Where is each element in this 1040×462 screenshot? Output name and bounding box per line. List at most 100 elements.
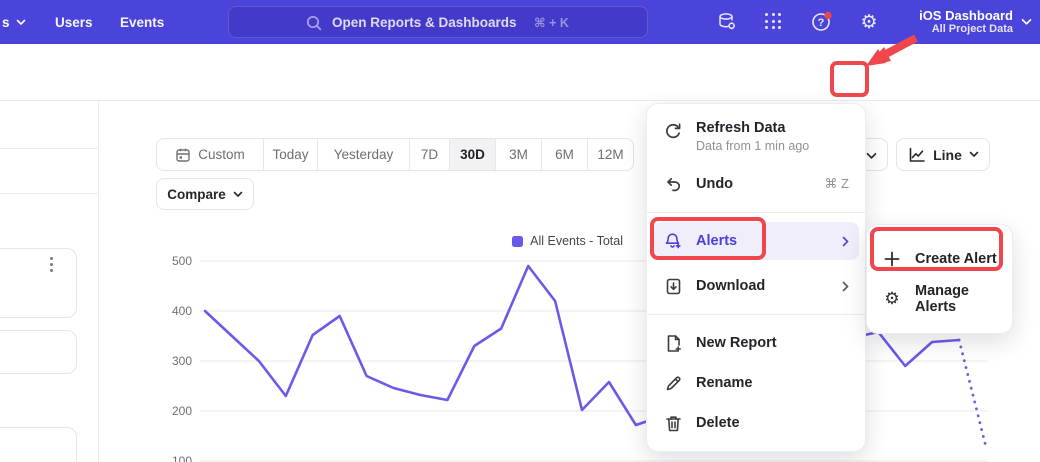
- legend-swatch: [512, 236, 523, 247]
- menu-item-label: Alerts: [696, 233, 737, 249]
- more-options-menu: Refresh Data Data from 1 min ago Undo ⌘ …: [646, 103, 866, 452]
- menu-divider: [647, 314, 865, 315]
- range-yesterday[interactable]: Yesterday: [317, 139, 409, 170]
- nav-truncated-label: s: [2, 15, 10, 30]
- plus-icon: [882, 249, 902, 269]
- series-line-projection-dotted: [959, 340, 986, 447]
- range-label: 6M: [555, 147, 574, 162]
- menu-item-alerts[interactable]: Alerts: [653, 222, 859, 260]
- range-label: Yesterday: [334, 147, 394, 162]
- range-today[interactable]: Today: [263, 139, 317, 170]
- compare-label: Compare: [167, 187, 226, 202]
- compare-button[interactable]: Compare: [156, 178, 254, 210]
- report-header: [0, 44, 1040, 101]
- data-management-icon[interactable]: [714, 9, 740, 35]
- bell-plus-icon: [663, 231, 683, 251]
- range-label: 12M: [597, 147, 623, 162]
- nav-item-events[interactable]: Events: [120, 0, 164, 44]
- calendar-icon: [175, 147, 191, 163]
- download-icon: [663, 276, 683, 296]
- menu-item-refresh-data[interactable]: Refresh Data Data from 1 min ago: [647, 114, 865, 164]
- left-panel-row-divider: [0, 193, 98, 194]
- chevron-right-icon: [842, 236, 849, 247]
- svg-text:?: ?: [818, 17, 825, 29]
- menu-item-label: Rename: [696, 375, 752, 391]
- nav-item-truncated[interactable]: s: [2, 0, 26, 44]
- chevron-down-icon: [233, 191, 243, 198]
- new-report-icon: [663, 333, 683, 353]
- submenu-item-label: Create Alert: [915, 251, 997, 267]
- chart-type-label: Line: [933, 147, 962, 163]
- range-label: Today: [272, 147, 308, 162]
- menu-item-label: Refresh Data: [696, 120, 809, 136]
- range-7d[interactable]: 7D: [409, 139, 449, 170]
- left-panel-card[interactable]: [0, 330, 77, 374]
- range-3m[interactable]: 3M: [495, 139, 541, 170]
- range-30d-selected[interactable]: 30D: [449, 139, 495, 170]
- kebab-menu-icon[interactable]: [50, 257, 53, 272]
- menu-item-shortcut: ⌘ Z: [824, 176, 849, 192]
- nav-item-users[interactable]: Users: [55, 0, 93, 44]
- submenu-item-label: Manage Alerts: [915, 283, 997, 315]
- left-panel-row-divider: [0, 148, 98, 149]
- y-tick-label: 100: [172, 454, 192, 462]
- chevron-down-icon: [1021, 18, 1032, 26]
- menu-item-delete[interactable]: Delete: [647, 403, 865, 443]
- line-chart-icon: [907, 146, 926, 164]
- range-custom[interactable]: Custom: [157, 139, 263, 170]
- nav-events-label: Events: [120, 15, 164, 30]
- menu-item-label: Download: [696, 278, 765, 294]
- chevron-down-icon: [866, 152, 877, 160]
- trash-icon: [663, 413, 683, 433]
- help-icon[interactable]: ?: [809, 9, 835, 35]
- chevron-down-icon: [969, 151, 979, 158]
- range-6m[interactable]: 6M: [541, 139, 587, 170]
- menu-item-rename[interactable]: Rename: [647, 363, 865, 403]
- app-window: s Users Events Open Reports & Dashboards…: [0, 0, 1040, 462]
- chevron-down-icon: [16, 19, 26, 26]
- range-12m[interactable]: 12M: [587, 139, 633, 170]
- menu-item-label: Delete: [696, 415, 740, 431]
- y-tick-label: 200: [172, 404, 192, 418]
- menu-item-label: Undo: [696, 176, 733, 192]
- refresh-icon: [663, 122, 683, 142]
- pencil-icon: [663, 373, 683, 393]
- project-name: iOS Dashboard: [919, 8, 1013, 23]
- search-input[interactable]: Open Reports & Dashboards ⌘ + K: [228, 6, 648, 38]
- chart-legend[interactable]: All Events - Total: [512, 234, 623, 248]
- submenu-item-manage-alerts[interactable]: ⚙ Manage Alerts: [867, 279, 1012, 319]
- menu-item-download[interactable]: Download: [647, 266, 865, 306]
- search-icon: [305, 14, 323, 32]
- menu-item-new-report[interactable]: New Report: [647, 323, 865, 363]
- submenu-item-create-alert[interactable]: Create Alert: [867, 239, 1012, 279]
- y-tick-label: 400: [172, 304, 192, 318]
- search-placeholder: Open Reports & Dashboards: [332, 15, 517, 30]
- range-label: 7D: [421, 147, 438, 162]
- range-label: 30D: [460, 147, 485, 162]
- gear-icon: ⚙: [882, 289, 902, 309]
- chart-type-dropdown[interactable]: Line: [896, 138, 990, 171]
- date-range-control: Custom Today Yesterday 7D 30D 3M 6M 12M: [156, 138, 634, 171]
- project-scope: All Project Data: [919, 23, 1013, 36]
- undo-icon: [663, 174, 683, 194]
- y-tick-label: 300: [172, 354, 192, 368]
- chevron-right-icon: [842, 281, 849, 292]
- menu-divider: [647, 212, 865, 213]
- search-shortcut: ⌘ + K: [534, 15, 569, 30]
- left-panel-card[interactable]: [0, 248, 77, 318]
- top-nav-bar: s Users Events Open Reports & Dashboards…: [0, 0, 1040, 44]
- menu-item-sublabel: Data from 1 min ago: [696, 139, 809, 153]
- range-label: Custom: [198, 147, 245, 162]
- range-label: 3M: [509, 147, 528, 162]
- y-axis-tick-labels: 500 400 300 200 100: [172, 254, 192, 462]
- left-panel-card[interactable]: [0, 427, 77, 462]
- project-switcher[interactable]: iOS Dashboard All Project Data: [919, 0, 1032, 44]
- panel-divider: [98, 101, 99, 462]
- alerts-submenu: Create Alert ⚙ Manage Alerts: [866, 224, 1013, 334]
- nav-users-label: Users: [55, 15, 93, 30]
- menu-item-undo[interactable]: Undo ⌘ Z: [647, 164, 865, 204]
- y-tick-label: 500: [172, 254, 192, 268]
- apps-grid-icon[interactable]: [761, 9, 787, 35]
- settings-gear-icon[interactable]: ⚙: [856, 9, 882, 35]
- legend-label: All Events - Total: [530, 234, 623, 248]
